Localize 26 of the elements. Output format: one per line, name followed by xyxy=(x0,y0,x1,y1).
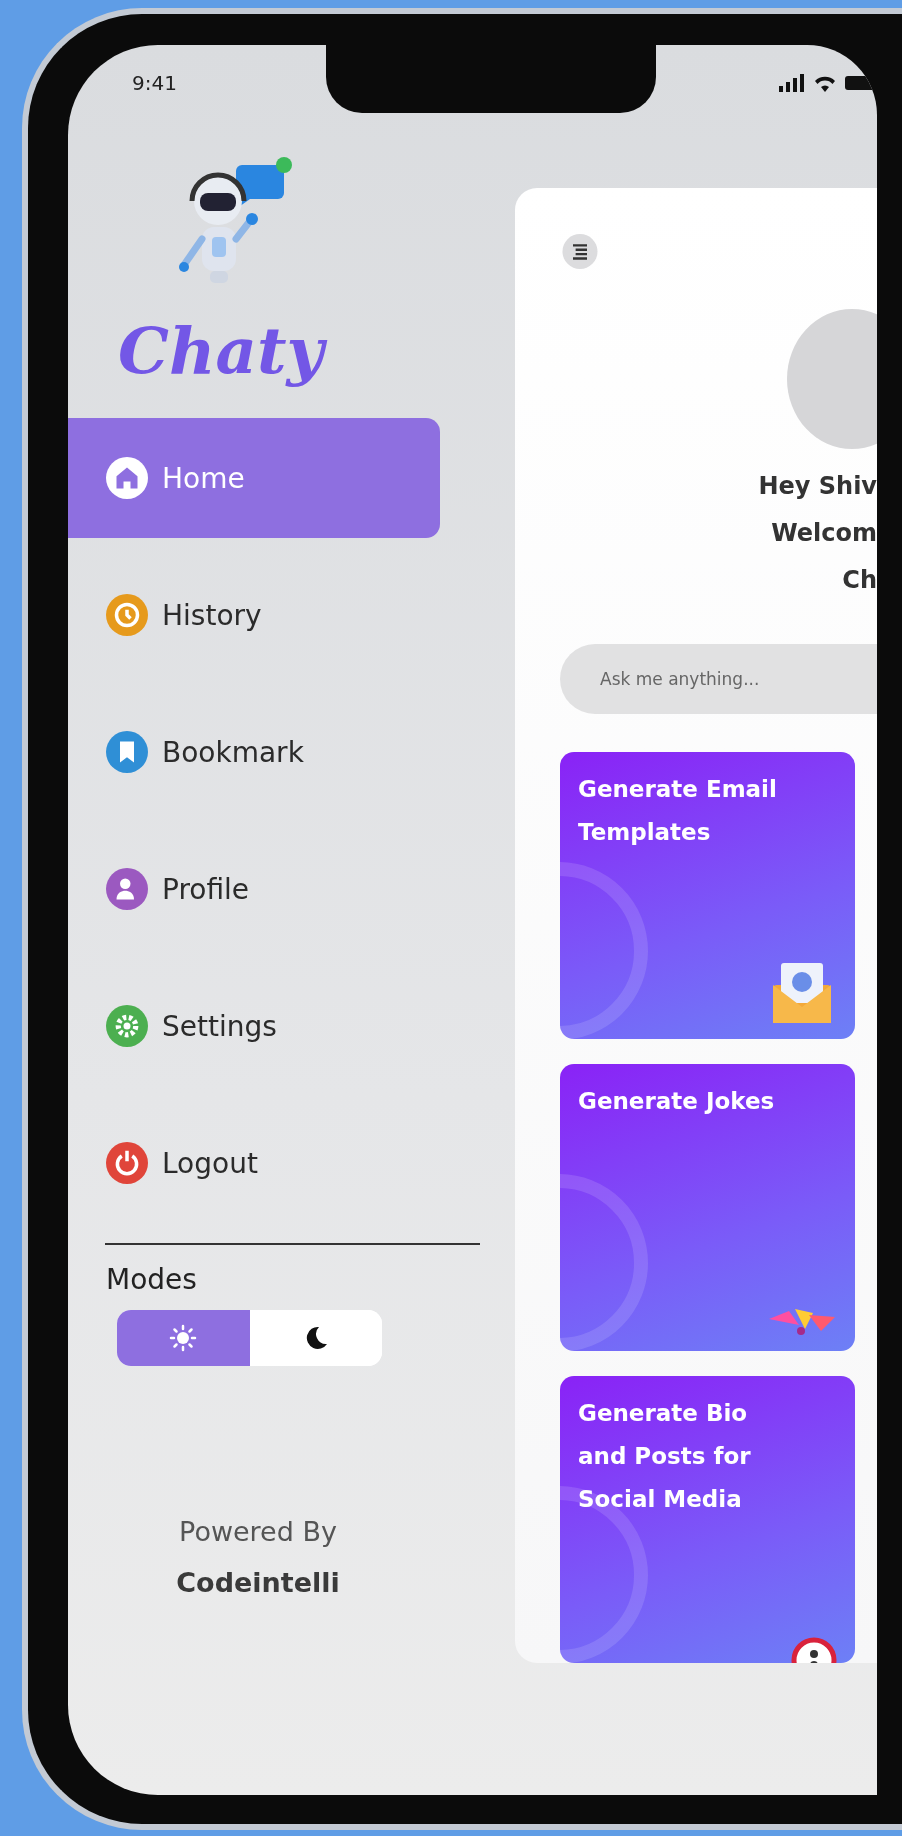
greeting-text: Welcom xyxy=(771,518,877,549)
sun-icon xyxy=(169,1324,198,1352)
prompt-card[interactable]: Generate Jokes xyxy=(560,1064,855,1351)
wifi-icon xyxy=(813,74,837,92)
modes-label: Modes xyxy=(106,1263,197,1296)
greeting-text: Ch xyxy=(842,565,877,596)
nav-item[interactable]: History xyxy=(68,555,440,675)
nav-item[interactable]: Bookmark xyxy=(68,692,440,812)
menu-icon[interactable] xyxy=(560,234,600,269)
light-mode-button[interactable] xyxy=(117,1310,250,1366)
greeting-text: Hey Shiv xyxy=(758,471,877,502)
prompt-card[interactable]: Generate Email Templates xyxy=(560,752,855,1039)
nav-item[interactable]: Profile xyxy=(68,829,440,949)
search-field[interactable]: Ask me anything... xyxy=(560,644,877,714)
powered-by-text: Powered By xyxy=(179,1516,337,1547)
nav-item[interactable]: Home xyxy=(68,418,440,538)
company-name: Codeintelli xyxy=(176,1567,340,1598)
nav-item[interactable]: Logout xyxy=(68,1103,440,1223)
prompt-card[interactable]: Generate Bio and Posts for Social Media xyxy=(560,1376,855,1663)
status-time: 9:41 xyxy=(132,71,177,95)
nav-item[interactable]: Settings xyxy=(68,966,440,1086)
card-title: Generate Email Templates xyxy=(578,775,778,847)
card-title: Generate Jokes xyxy=(578,1087,776,1116)
card-title: Generate Bio and Posts for Social Media xyxy=(578,1399,752,1514)
dots-badge-icon xyxy=(789,1635,839,1663)
signal-icon xyxy=(779,74,805,92)
